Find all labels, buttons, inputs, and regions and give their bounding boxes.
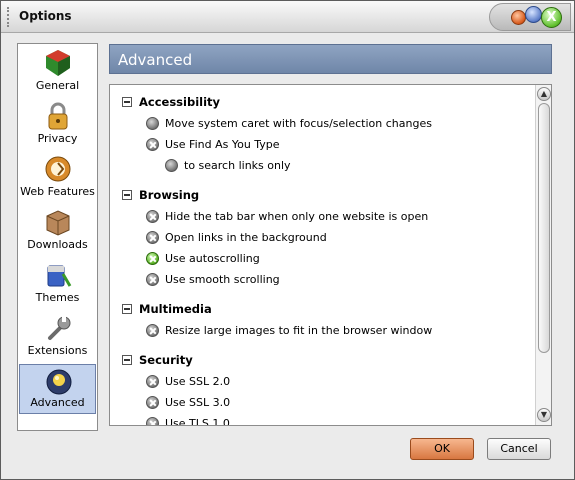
- checkbox-icon[interactable]: [146, 117, 159, 130]
- option-label: Use SSL 2.0: [165, 375, 231, 388]
- option-label: Use smooth scrolling: [165, 273, 280, 286]
- sidebar-item-label: Web Features: [20, 185, 95, 198]
- scroll-down-icon[interactable]: ▼: [537, 408, 551, 422]
- title-bar[interactable]: Options X: [1, 1, 574, 33]
- lock-icon: [48, 102, 68, 130]
- section-title: Security: [139, 353, 193, 367]
- options-tree: Accessibility Move system caret with foc…: [110, 85, 535, 426]
- paint-icon: [47, 265, 72, 287]
- option-label: Resize large images to fit in the browse…: [165, 324, 433, 337]
- option-label: Use TLS 1.0: [165, 417, 230, 426]
- sidebar-item-label: Advanced: [30, 396, 85, 409]
- maximize-button[interactable]: [525, 6, 542, 23]
- vertical-scrollbar[interactable]: ▲ ▼: [535, 85, 551, 425]
- checkbox-icon[interactable]: [165, 159, 178, 172]
- sidebar-item-advanced[interactable]: Advanced: [19, 364, 96, 414]
- option-label: Use Find As You Type: [165, 138, 280, 151]
- general-icon: [46, 50, 70, 76]
- collapse-toggle-icon[interactable]: [122, 97, 132, 107]
- option-label: Use SSL 3.0: [165, 396, 231, 409]
- collapse-toggle-icon[interactable]: [122, 355, 132, 365]
- option-label: to search links only: [184, 159, 291, 172]
- sidebar-item-label: General: [35, 79, 80, 92]
- window-title: Options: [19, 9, 72, 23]
- checkbox-icon[interactable]: [146, 210, 159, 223]
- checkbox-icon[interactable]: [146, 375, 159, 388]
- checkbox-icon[interactable]: [146, 273, 159, 286]
- section-title: Accessibility: [139, 95, 221, 109]
- checkbox-checked-icon[interactable]: [146, 252, 159, 265]
- scrollbar-thumb[interactable]: [538, 103, 550, 353]
- page-title: Advanced: [118, 51, 193, 69]
- sidebar-item-themes[interactable]: Themes: [19, 258, 96, 308]
- collapse-toggle-icon[interactable]: [122, 304, 132, 314]
- page-header: Advanced: [109, 44, 552, 74]
- scroll-up-icon[interactable]: ▲: [537, 87, 551, 101]
- ok-button[interactable]: OK: [410, 438, 474, 460]
- checkbox-icon[interactable]: [146, 324, 159, 337]
- collapse-toggle-icon[interactable]: [122, 190, 132, 200]
- section-title: Browsing: [139, 188, 200, 202]
- checkbox-icon[interactable]: [146, 417, 159, 425]
- close-icon: X: [546, 10, 557, 25]
- minimize-button[interactable]: [511, 10, 526, 25]
- section-title: Multimedia: [139, 302, 212, 316]
- box-icon: [46, 210, 70, 236]
- options-window: Options X General Privacy Web Features D…: [0, 0, 575, 480]
- sidebar-item-label: Downloads: [27, 238, 88, 251]
- sidebar-item-web-features[interactable]: Web Features: [19, 152, 96, 202]
- sidebar-item-extensions[interactable]: Extensions: [19, 311, 96, 361]
- sidebar-item-privacy[interactable]: Privacy: [19, 99, 96, 149]
- checkbox-icon[interactable]: [146, 231, 159, 244]
- sidebar-item-general[interactable]: General: [19, 46, 96, 96]
- web-features-icon: [45, 156, 71, 182]
- gear-orb-icon: [46, 369, 72, 395]
- checkbox-icon[interactable]: [146, 396, 159, 409]
- checkbox-icon[interactable]: [146, 138, 159, 151]
- category-sidebar: General Privacy Web Features Downloads T…: [17, 43, 98, 431]
- drag-grip-icon[interactable]: [7, 7, 12, 27]
- sidebar-item-label: Extensions: [27, 344, 88, 357]
- wrench-icon: [48, 316, 71, 340]
- sidebar-item-label: Themes: [35, 291, 80, 304]
- option-label: Move system caret with focus/selection c…: [165, 117, 432, 130]
- close-button[interactable]: X: [541, 7, 562, 28]
- option-label: Hide the tab bar when only one website i…: [165, 210, 429, 223]
- sidebar-item-downloads[interactable]: Downloads: [19, 205, 96, 255]
- option-label: Open links in the background: [165, 231, 327, 244]
- options-panel: Accessibility Move system caret with foc…: [109, 84, 552, 426]
- sidebar-item-label: Privacy: [37, 132, 78, 145]
- cancel-button[interactable]: Cancel: [487, 438, 551, 460]
- option-label: Use autoscrolling: [165, 252, 260, 265]
